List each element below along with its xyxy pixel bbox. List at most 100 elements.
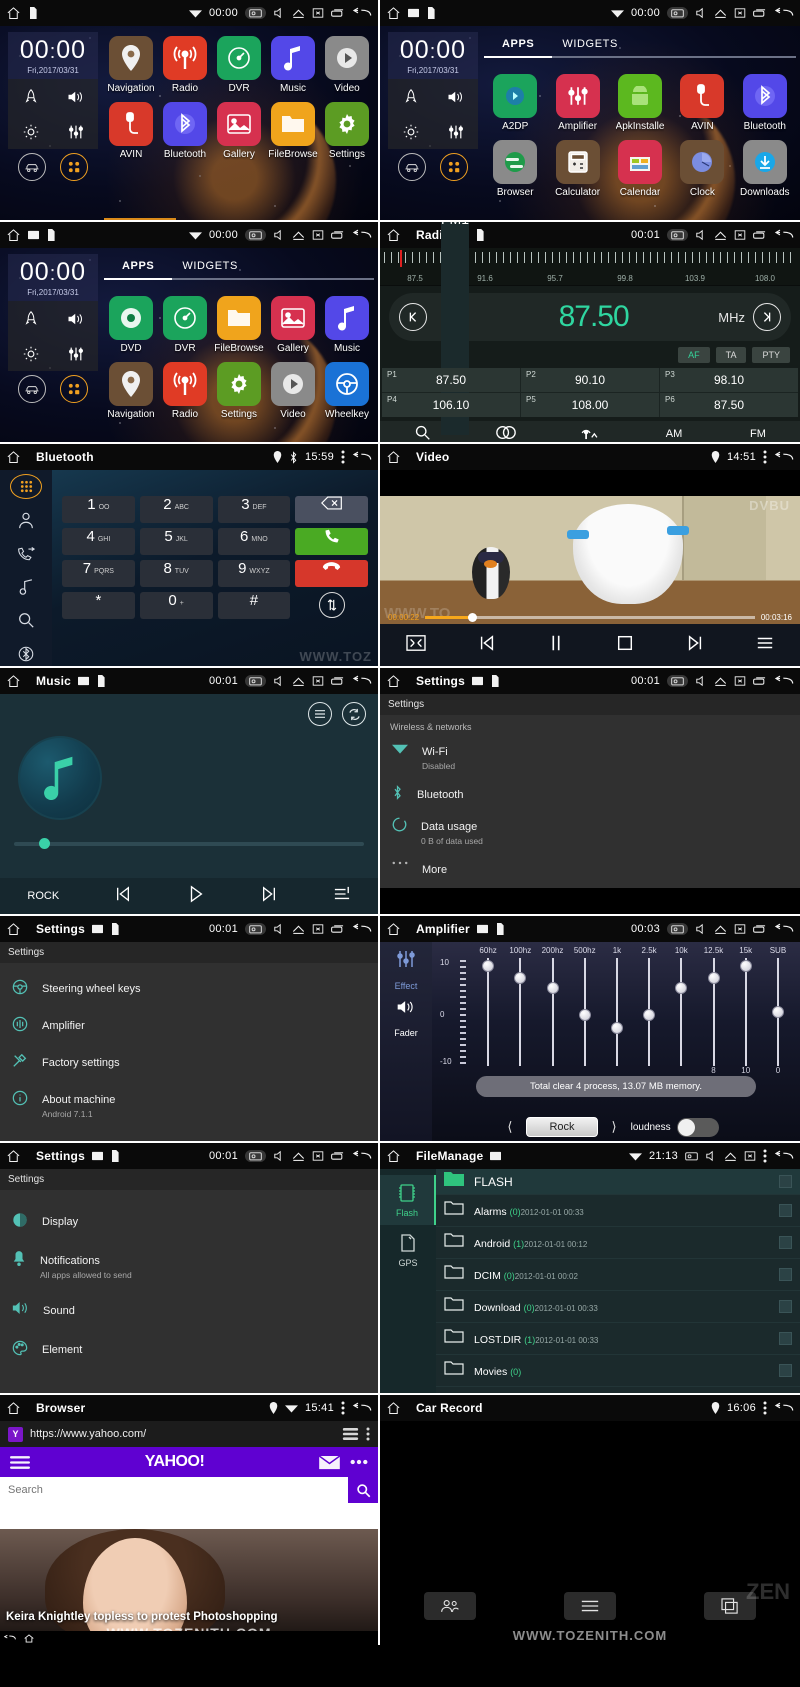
overflow-menu-icon[interactable]	[341, 1401, 345, 1415]
app-calendar[interactable]: Calendar	[609, 140, 671, 198]
article-headline[interactable]: Keira Knightley topless to protest Photo…	[6, 1611, 372, 1623]
app-settings[interactable]: Settings	[212, 362, 266, 420]
row-sound[interactable]: Sound	[0, 1287, 378, 1326]
camera-icon[interactable]	[667, 7, 688, 19]
eject-icon[interactable]	[714, 676, 727, 687]
eject-icon[interactable]	[292, 1151, 305, 1162]
screen-off-icon[interactable]	[312, 229, 324, 241]
eq-preset-label[interactable]: ROCK	[27, 890, 59, 902]
screen-off-icon[interactable]	[312, 675, 324, 687]
seek-track[interactable]	[425, 612, 755, 622]
app-bluetooth[interactable]: Bluetooth	[158, 102, 212, 160]
video-player[interactable]: DVBU WWW.TO 00:00:22 00:03:16	[380, 470, 800, 666]
apps-icon[interactable]	[60, 375, 88, 403]
slider-thumb[interactable]	[643, 1008, 656, 1021]
back-icon[interactable]	[352, 923, 372, 936]
recent-apps-icon[interactable]	[331, 924, 345, 934]
search-icon[interactable]	[348, 1477, 378, 1503]
home-icon[interactable]	[6, 1401, 21, 1416]
seek-knob[interactable]	[468, 612, 477, 622]
back-icon[interactable]	[352, 1150, 372, 1163]
fm-button[interactable]: FM	[716, 428, 800, 440]
brightness-icon[interactable]	[8, 336, 53, 371]
slider-thumb[interactable]	[546, 981, 559, 994]
preset-next-button[interactable]: ⟩	[612, 1119, 617, 1135]
row-notifications[interactable]: Notifications All apps allowed to send	[0, 1237, 378, 1287]
slider-15k[interactable]	[730, 958, 762, 1066]
tab-apps[interactable]: APPS	[122, 260, 154, 272]
app-dvr[interactable]: DVR	[212, 36, 266, 94]
app-video[interactable]: Video	[266, 362, 320, 420]
apps-icon[interactable]	[440, 153, 468, 181]
play-icon[interactable]	[187, 884, 205, 908]
clock-widget[interactable]: 00:00 Fri,2017/03/31	[8, 254, 98, 301]
app-amplifier[interactable]: Amplifier	[546, 74, 608, 132]
select-checkbox[interactable]	[779, 1175, 792, 1188]
row-about-machine[interactable]: About machine Android 7.1.1	[0, 1078, 378, 1126]
eject-icon[interactable]	[292, 8, 305, 19]
equalizer-icon[interactable]	[433, 114, 478, 149]
tab-widgets[interactable]: WIDGETS	[562, 38, 618, 50]
camera-icon[interactable]	[245, 923, 266, 935]
search-icon[interactable]	[10, 608, 42, 632]
recent-apps-icon[interactable]	[753, 676, 767, 686]
search-input[interactable]	[0, 1484, 348, 1496]
home-icon[interactable]	[6, 228, 21, 243]
row-movies[interactable]: Movies (0)	[436, 1355, 800, 1387]
key-1[interactable]: 1 OO	[62, 496, 135, 523]
camera-icon[interactable]	[245, 7, 266, 19]
key-3[interactable]: 3 DEF	[217, 496, 291, 523]
car-icon[interactable]	[18, 375, 46, 403]
home-icon[interactable]	[386, 674, 401, 689]
stereo-icon[interactable]	[464, 425, 548, 442]
am-button[interactable]: AM	[632, 428, 716, 440]
slider-thumb[interactable]	[771, 1005, 784, 1018]
camera-icon[interactable]	[667, 229, 688, 241]
car-icon[interactable]	[18, 153, 46, 181]
preset-p6[interactable]: P6 87.50	[660, 393, 798, 417]
slider-10k[interactable]	[665, 958, 697, 1066]
contacts-icon[interactable]	[424, 1592, 476, 1620]
slider-thumb[interactable]	[578, 1008, 591, 1021]
brightness-icon[interactable]	[388, 114, 433, 149]
row-steering-wheel-keys[interactable]: Steering wheel keys	[0, 963, 378, 1004]
back-icon[interactable]	[774, 7, 794, 20]
app-navigation[interactable]: Navigation	[104, 36, 158, 94]
home-icon[interactable]	[6, 6, 21, 21]
eject-icon[interactable]	[714, 8, 727, 19]
back-icon[interactable]	[774, 1402, 794, 1415]
screen-off-icon[interactable]	[312, 7, 324, 19]
tab-fader[interactable]: Fader	[394, 1028, 418, 1038]
eject-icon[interactable]	[292, 676, 305, 687]
row-data-usage[interactable]: Data usage 0 B of data used	[380, 810, 800, 853]
volume-icon[interactable]	[396, 999, 416, 1020]
mail-icon[interactable]	[319, 1454, 340, 1470]
app-dvd[interactable]: DVD	[104, 296, 158, 354]
music-seek-bar[interactable]	[14, 838, 364, 849]
preset-previous-button[interactable]: ⟨	[507, 1119, 512, 1135]
row-display[interactable]: Display	[0, 1190, 378, 1237]
select-checkbox[interactable]	[779, 1236, 792, 1249]
row-lostdir[interactable]: LOST.DIR (1)2012-01-01 00:33	[436, 1323, 800, 1355]
overflow-menu-icon[interactable]	[341, 450, 345, 464]
overflow-menu-icon[interactable]	[763, 1149, 767, 1163]
video-seek-bar[interactable]: 00:00:22 00:03:16	[380, 610, 800, 624]
transfer-icon[interactable]	[295, 592, 368, 619]
key-9[interactable]: 9 WXYZ	[217, 560, 291, 587]
row-dcim[interactable]: DCIM (0)2012-01-01 00:02	[436, 1259, 800, 1291]
volume-icon[interactable]	[695, 7, 707, 19]
repeat-icon[interactable]	[342, 702, 366, 726]
slider-200hz[interactable]	[536, 958, 568, 1066]
preset-p2[interactable]: P2 90.10	[521, 368, 659, 392]
app-a2dp[interactable]: A2DP	[484, 74, 546, 132]
preset-p4[interactable]: P4 106.10	[382, 393, 520, 417]
screen-off-icon[interactable]	[312, 923, 324, 935]
menu-icon[interactable]	[366, 1427, 370, 1441]
call-answer-icon[interactable]	[295, 528, 368, 555]
row-more[interactable]: More	[380, 853, 800, 885]
tab-widgets[interactable]: WIDGETS	[182, 260, 238, 272]
app-wheelkey[interactable]: Wheelkey	[320, 362, 374, 420]
contacts-icon[interactable]	[10, 508, 42, 532]
home-icon[interactable]	[24, 1633, 34, 1643]
car-icon[interactable]	[398, 153, 426, 181]
